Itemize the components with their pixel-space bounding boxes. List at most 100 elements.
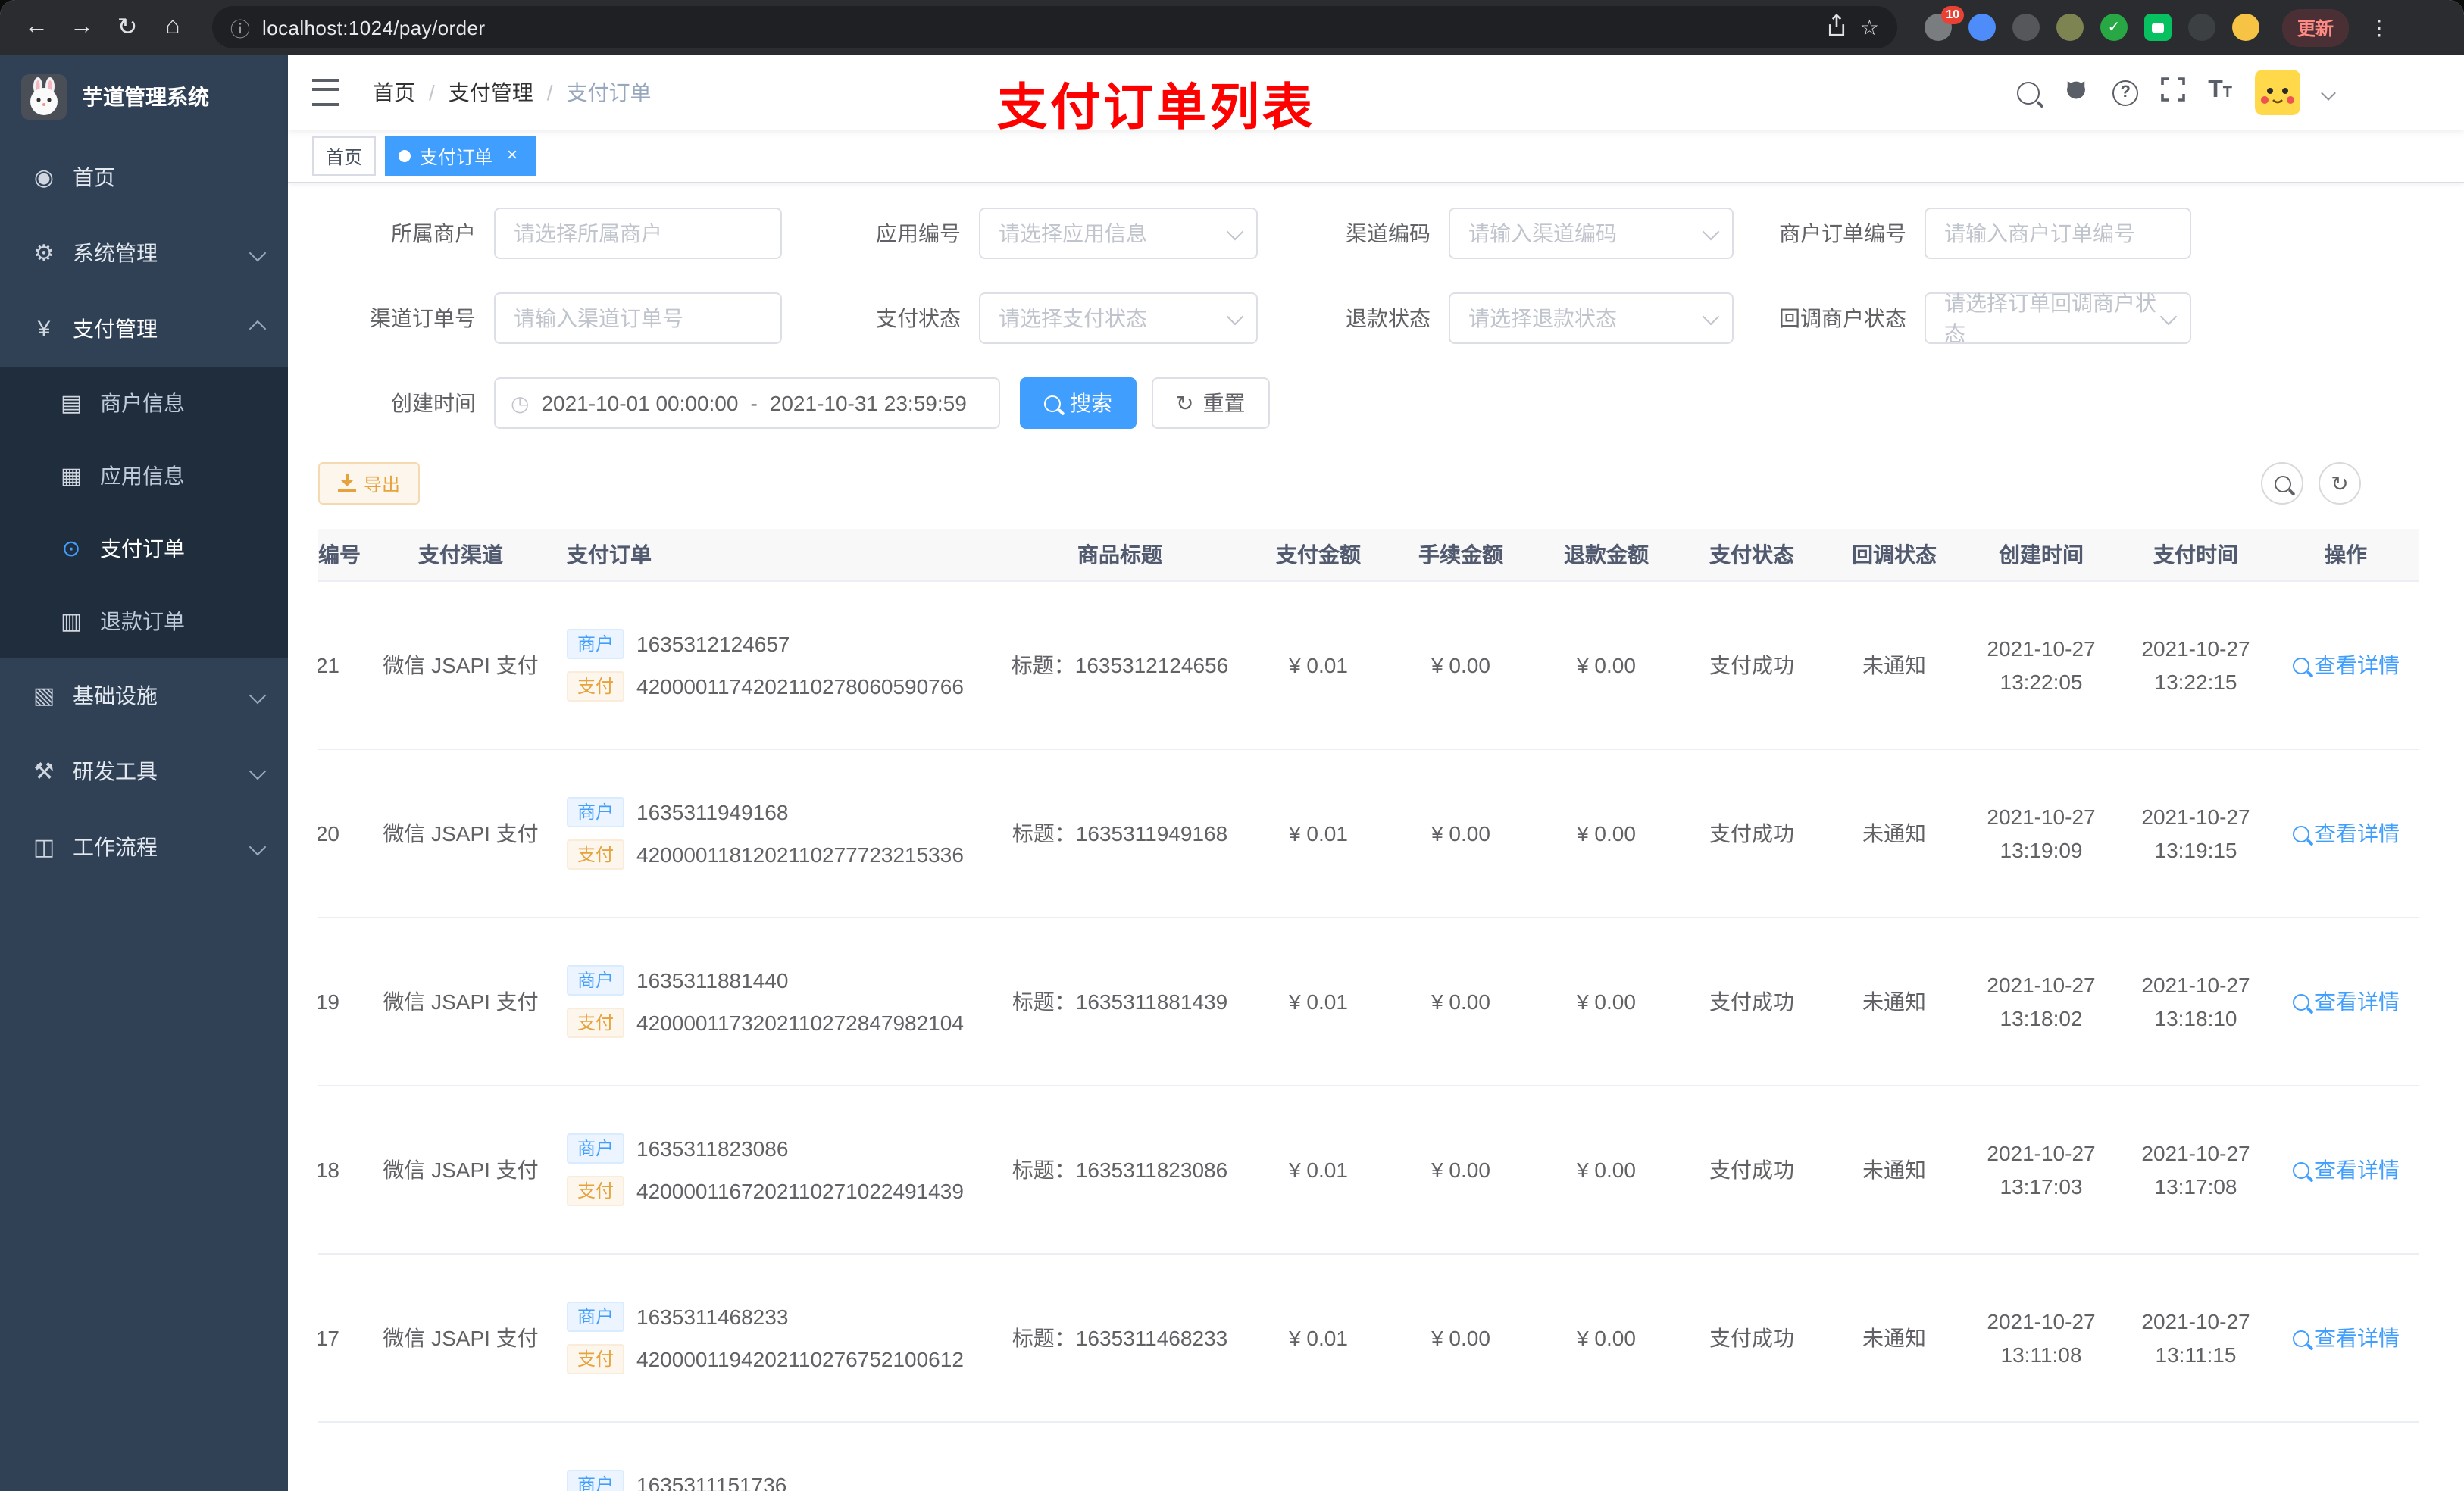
reload-button[interactable]: ↻ — [106, 6, 149, 48]
extension-icon[interactable] — [2012, 14, 2040, 41]
sidebar-toggle-icon[interactable] — [312, 79, 339, 106]
chevron-down-icon[interactable] — [2321, 85, 2336, 100]
user-avatar[interactable] — [2255, 70, 2300, 115]
sidebar-item-app-info[interactable]: ▦ 应用信息 — [0, 439, 288, 512]
extension-icon[interactable] — [2188, 14, 2215, 41]
view-detail-icon — [2292, 1161, 2309, 1178]
cell-amount: ¥ 0.01 — [1249, 1086, 1388, 1255]
header-search-icon[interactable] — [2017, 81, 2040, 104]
tab-label: 支付订单 — [420, 146, 493, 167]
sidebar-item-label: 退款订单 — [100, 609, 185, 633]
search-button[interactable]: 搜索 — [1020, 377, 1137, 429]
extension-icon[interactable] — [1968, 14, 1996, 41]
cell-fee — [1388, 1422, 1534, 1491]
callback-status-select[interactable]: 请选择订单回调商户状态 — [1925, 291, 2191, 345]
channel-order-no-input[interactable] — [494, 292, 782, 344]
cell-create-time: 2021-10-27 13:18:02 — [1964, 917, 2118, 1086]
home-button[interactable]: ⌂ — [152, 6, 194, 48]
extension-icon[interactable] — [2056, 14, 2084, 41]
sidebar-item-payment[interactable]: ¥ 支付管理 — [0, 291, 288, 367]
pay-tag: 支付 — [567, 839, 625, 870]
hide-search-button[interactable] — [2261, 462, 2303, 505]
view-detail-link[interactable]: 查看详情 — [2292, 650, 2400, 680]
site-info-icon[interactable]: ⓘ — [230, 13, 250, 42]
sidebar-item-merchant-info[interactable]: ▤ 商户信息 — [0, 367, 288, 439]
reset-button-label: 重置 — [1202, 391, 1246, 415]
cell-pay-time: 2021-10-27 13:19:15 — [2118, 749, 2273, 918]
cell-fee: ¥ 0.00 — [1388, 1254, 1534, 1423]
view-detail-icon — [2292, 657, 2309, 674]
chevron-down-icon — [1702, 222, 1720, 240]
breadcrumb-separator: / — [429, 80, 435, 105]
extension-icon[interactable]: 10 — [1925, 6, 1964, 41]
table-header-row: 编号 支付渠道 支付订单 商品标题 支付金额 手续金额 退款金额 支付状态 回调… — [318, 529, 2419, 582]
date-range-start[interactable]: 2021-10-01 00:00:00 — [541, 391, 738, 415]
forward-button[interactable]: → — [61, 6, 103, 48]
export-button[interactable]: 导出 — [318, 462, 421, 505]
channel-code-select[interactable]: 请输入渠道编码 — [1449, 208, 1734, 259]
merchant-tag: 商户 — [567, 1470, 625, 1491]
reset-button[interactable]: ↻ 重置 — [1152, 377, 1270, 429]
app-no-select[interactable]: 请选择应用信息 — [979, 208, 1258, 259]
pay-tag: 支付 — [567, 1344, 625, 1374]
fullscreen-icon[interactable] — [2161, 77, 2186, 108]
pay-status-select[interactable]: 请选择支付状态 — [979, 292, 1258, 344]
app-no-label: 应用编号 — [876, 221, 961, 245]
browser-menu-icon[interactable]: ⋮ — [2366, 14, 2393, 40]
app-logo[interactable]: 芋道管理系统 — [0, 55, 288, 139]
extension-check-icon[interactable]: ✓ — [2100, 14, 2128, 41]
address-bar[interactable]: ⓘ localhost:1024/pay/order ☆ — [212, 6, 1897, 48]
chevron-down-icon — [1226, 307, 1244, 325]
merchant-input[interactable] — [494, 208, 782, 259]
profile-avatar-icon[interactable] — [2232, 14, 2259, 41]
view-detail-link[interactable]: 查看详情 — [2292, 1323, 2400, 1353]
font-size-icon[interactable]: TT — [2208, 78, 2232, 106]
sidebar-item-home[interactable]: ◉ 首页 — [0, 139, 288, 215]
refresh-table-button[interactable]: ↻ — [2319, 462, 2361, 505]
sidebar-item-infra[interactable]: ▧ 基础设施 — [0, 658, 288, 733]
sidebar-item-system[interactable]: ⚙ 系统管理 — [0, 215, 288, 291]
cell-pay-time: 2021-10-27 13:11:15 — [2118, 1254, 2273, 1423]
close-icon[interactable]: × — [502, 145, 523, 167]
pay-no: 4200001181202110277723215336 — [636, 842, 964, 867]
sidebar-item-label: 系统管理 — [73, 241, 158, 265]
date-range-end[interactable]: 2021-10-31 23:59:59 — [770, 391, 967, 415]
sidebar-item-workflow[interactable]: ◫ 工作流程 — [0, 809, 288, 885]
sidebar-item-pay-order[interactable]: ⊙ 支付订单 — [0, 512, 288, 585]
pay-no: 4200001194202110276752100612 — [636, 1347, 964, 1371]
view-detail-link[interactable]: 查看详情 — [2292, 1155, 2400, 1185]
cell-channel: 微信 JSAPI 支付 — [370, 581, 552, 750]
breadcrumb-home[interactable]: 首页 — [373, 77, 415, 108]
sidebar-item-refund-order[interactable]: ▥ 退款订单 — [0, 585, 288, 658]
cell-notify-status: 未通知 — [1825, 749, 1964, 918]
help-icon[interactable]: ? — [2112, 80, 2139, 105]
tab-home[interactable]: 首页 — [312, 136, 377, 176]
view-detail-link[interactable]: 查看详情 — [2292, 818, 2400, 849]
home-icon: ⌂ — [165, 14, 180, 39]
breadcrumb-payment[interactable]: 支付管理 — [449, 77, 533, 108]
breadcrumb-separator: / — [546, 80, 553, 105]
tab-pay-order[interactable]: 支付订单 × — [385, 136, 537, 176]
tab-label: 首页 — [326, 146, 363, 167]
cell-pay-order: 商户 1635311823086 支付 4200001167202110271022… — [552, 1086, 991, 1255]
browser-update-button[interactable]: 更新 — [2282, 8, 2350, 46]
back-button[interactable]: ← — [15, 6, 58, 48]
bookmark-star-icon[interactable]: ☆ — [1860, 14, 1879, 40]
merchant-tag: 商户 — [567, 1133, 625, 1164]
sidebar-item-dev-tools[interactable]: ⚒ 研发工具 — [0, 733, 288, 809]
app-title: 芋道管理系统 — [82, 85, 209, 109]
refund-status-select[interactable]: 请选择退款状态 — [1449, 292, 1734, 344]
cell-notify-status — [1825, 1422, 1964, 1491]
create-time-range-picker[interactable]: ◷ 2021-10-01 00:00:00 - 2021-10-31 23:59… — [494, 377, 1000, 429]
cell-refund: ¥ 0.00 — [1534, 1254, 1679, 1423]
refund-status-label: 退款状态 — [1346, 306, 1431, 330]
view-detail-link[interactable]: 查看详情 — [2292, 986, 2400, 1017]
breadcrumb: 首页 / 支付管理 / 支付订单 — [373, 77, 652, 108]
share-icon[interactable] — [1827, 14, 1848, 41]
github-icon[interactable] — [2062, 75, 2090, 110]
merchant-order-no-input[interactable] — [1925, 208, 2191, 259]
cell-fee: ¥ 0.00 — [1388, 749, 1534, 918]
wechat-devtools-icon[interactable] — [2144, 14, 2172, 41]
filter-row-1: 所属商户 应用编号 请选择应用信息 渠道编码 请输入渠道编码 商户订单编号 — [318, 208, 2434, 259]
url-text[interactable]: localhost:1024/pay/order — [262, 16, 1815, 39]
